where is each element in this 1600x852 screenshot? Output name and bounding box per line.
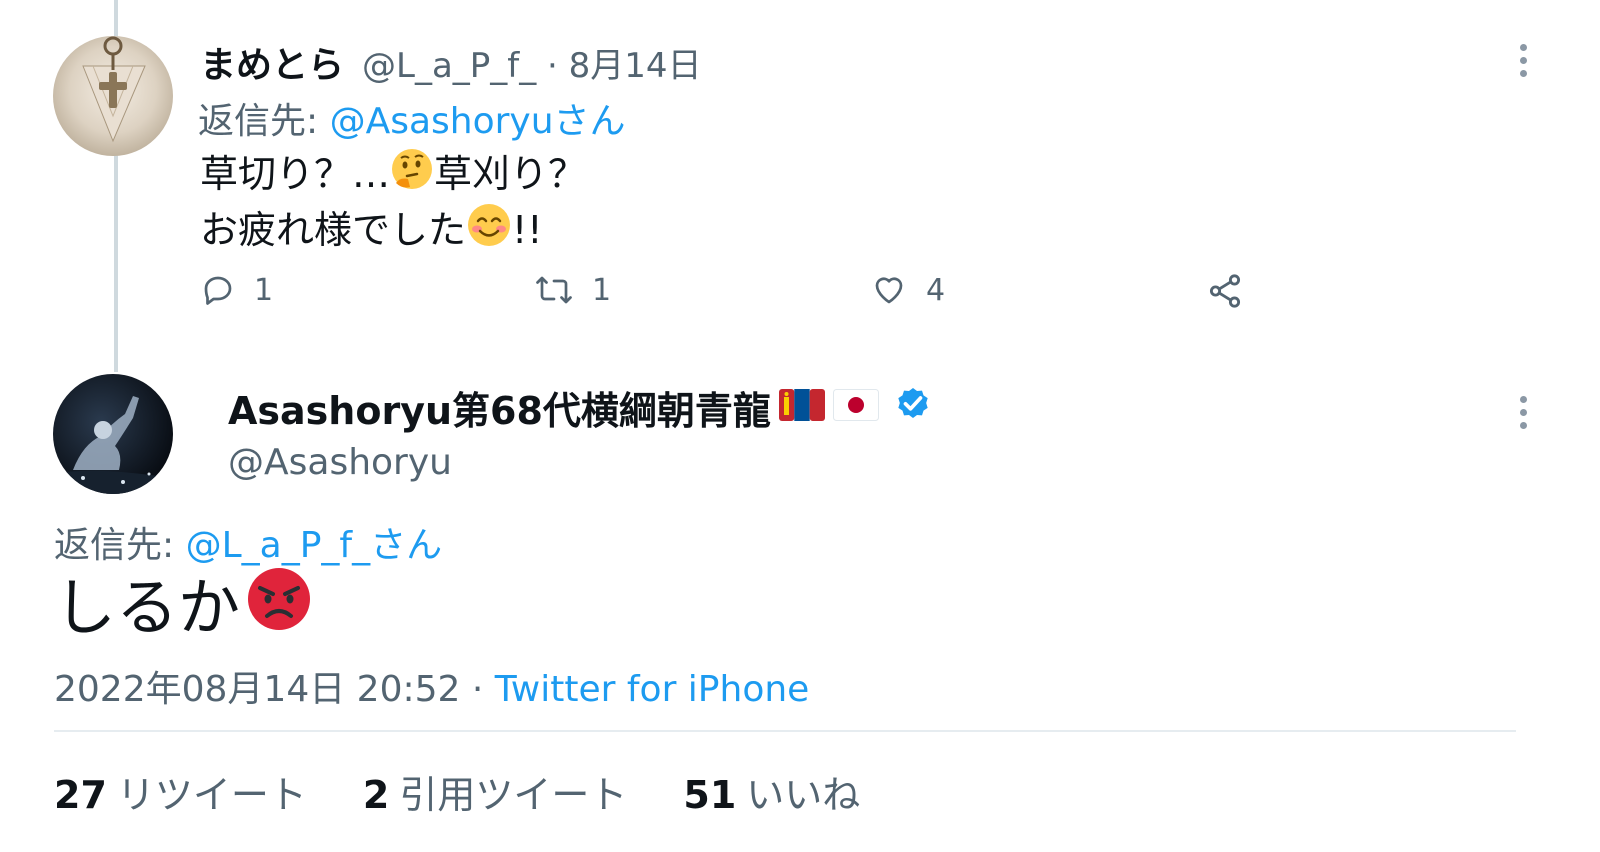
retweets-count: 27 [54, 773, 107, 817]
divider [54, 730, 1516, 732]
like-count: 4 [926, 272, 946, 308]
quote-tweets-count: 2 [362, 773, 390, 817]
main-tweet-text: しるか [54, 566, 312, 650]
reply-count: 1 [254, 272, 274, 308]
reply-to-prefix: 返信先: [198, 101, 330, 142]
pouting-face-emoji-icon [246, 566, 312, 650]
share-icon [1209, 274, 1241, 308]
user-avatar-asashoryu[interactable] [53, 374, 173, 494]
tweet-source-link[interactable]: Twitter for iPhone [495, 669, 810, 710]
main-reply-to-line: 返信先: @L_a_P_f_さん [54, 516, 442, 568]
author-display-name[interactable]: まめとら [200, 36, 344, 88]
tweet-text-part: お疲れ様でした [200, 208, 467, 252]
main-tweet-body: しるか [54, 571, 241, 644]
reply-to-mention-link[interactable]: @Asashoryuさん [330, 101, 626, 142]
main-more-options-icon[interactable] [1518, 396, 1528, 429]
reply-icon [204, 276, 232, 305]
tweet-text-part: 草切り？… [200, 152, 391, 196]
tweet-stats-row: 27 リツイート 2 引用ツイート 51 いいね [54, 764, 860, 819]
tweet-text-part: !! [512, 208, 543, 252]
more-options-icon[interactable] [1518, 44, 1528, 77]
quote-tweets-stat[interactable]: 2 引用ツイート [363, 764, 627, 819]
smiling-face-emoji-icon [466, 202, 512, 263]
author-handle-and-date[interactable]: @L_a_P_f_ · 8月14日 [362, 38, 702, 87]
tweet-timestamp-row: 2022年08月14日 20:52 · Twitter for iPhone [54, 660, 809, 712]
retweets-label: リツイート [116, 773, 307, 817]
main-reply-to-mention-link[interactable]: @L_a_P_f_さん [186, 525, 443, 566]
reply-to-line: 返信先: @Asashoryuさん [198, 92, 626, 144]
user-avatar-mametora[interactable] [53, 36, 173, 156]
retweet-count: 1 [592, 272, 612, 308]
tweet-timestamp: 2022年08月14日 20:52 · [54, 669, 495, 710]
likes-label: いいね [746, 773, 861, 817]
tweet-body-line-2: お疲れ様でした !! [200, 202, 542, 263]
share-button[interactable] [1206, 272, 1244, 310]
tweet-text-part: 草刈り？ [434, 152, 587, 196]
mongolia-flag-icon [778, 386, 825, 430]
quote-tweets-label: 引用ツイート [399, 773, 628, 817]
reply-button[interactable]: 1 [200, 272, 273, 308]
retweets-stat[interactable]: 27 リツイート [54, 764, 307, 819]
likes-stat[interactable]: 51 いいね [683, 764, 860, 819]
main-author-handle[interactable]: @Asashoryu [228, 442, 452, 483]
retweet-icon [536, 276, 572, 304]
main-author-display-name[interactable]: Asashoryu第68代横綱朝青龍 [228, 380, 771, 435]
thinking-face-emoji-icon [390, 147, 434, 206]
verified-badge-icon [893, 383, 933, 432]
likes-count: 51 [683, 773, 737, 817]
tweet-body-line-1: 草切り？… 草刈り？ [200, 146, 586, 206]
main-author-name-row[interactable]: Asashoryu第68代横綱朝青龍 [228, 380, 933, 435]
like-button[interactable]: 4 [870, 272, 945, 308]
main-reply-to-prefix: 返信先: [54, 525, 186, 566]
japan-flag-icon [832, 386, 879, 430]
retweet-button[interactable]: 1 [534, 272, 611, 308]
heart-icon [875, 277, 903, 304]
